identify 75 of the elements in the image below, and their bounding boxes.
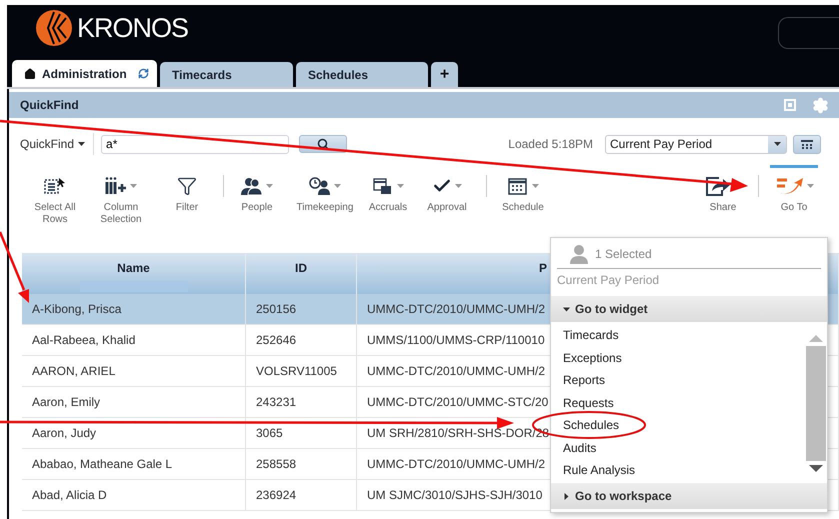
toolbar-button[interactable]: Accruals xyxy=(364,165,412,214)
table-cell: 258558 xyxy=(246,449,357,479)
annotation-arrow xyxy=(0,232,29,303)
settings-icon[interactable] xyxy=(812,96,829,114)
header-field[interactable] xyxy=(778,17,839,49)
search-field[interactable]: a* xyxy=(101,134,290,154)
person-icon xyxy=(569,244,589,264)
toolbar-button[interactable]: Timekeeping xyxy=(286,165,364,214)
tab[interactable]: Schedules xyxy=(296,62,428,87)
scrollbar-thumb[interactable] xyxy=(806,346,826,461)
add-tab-button[interactable]: + xyxy=(431,62,458,87)
table-cell: Ababao, Matheane Gale L xyxy=(22,449,246,479)
toolbar-button[interactable]: People xyxy=(228,165,286,214)
caret-icon xyxy=(78,142,86,146)
calendar-icon xyxy=(507,176,529,196)
grid-icon xyxy=(800,140,814,148)
toolbar-button[interactable]: Filter xyxy=(155,165,219,214)
toolbar-button[interactable]: Column Selection xyxy=(87,165,155,226)
calendar-briefcase-icon xyxy=(372,176,394,196)
menu-item[interactable]: Requests xyxy=(563,392,805,414)
table-cell: 236924 xyxy=(246,480,357,510)
table-cell: VOLSRV11005 xyxy=(246,356,357,386)
toolbar-button[interactable]: Go To xyxy=(763,165,825,214)
tab[interactable]: Administration xyxy=(12,60,157,87)
section-header[interactable]: Go to workspace xyxy=(551,483,827,509)
section-header[interactable]: Go to widget xyxy=(551,296,827,322)
caret-icon xyxy=(130,184,137,188)
search-icon xyxy=(317,138,330,150)
home-icon xyxy=(24,68,36,80)
section-title: Go to workspace xyxy=(575,489,672,503)
menu-item[interactable]: Rule Analysis xyxy=(563,459,805,482)
caret-icon xyxy=(532,184,539,188)
people-icon xyxy=(241,176,263,196)
section-title: Go to widget xyxy=(575,302,648,316)
table-cell: 250156 xyxy=(246,294,357,324)
caret-icon xyxy=(774,142,780,146)
caret-icon xyxy=(807,184,814,188)
toolbar-button[interactable]: Select All Rows xyxy=(23,165,87,226)
caret-right-icon xyxy=(563,492,570,500)
table-cell: Aaron, Emily xyxy=(22,387,246,417)
selected-count: 1 Selected xyxy=(595,247,652,261)
refresh-icon[interactable] xyxy=(138,68,149,79)
goto-arrow-icon xyxy=(774,176,804,196)
select-all-icon xyxy=(44,176,66,196)
caret-icon xyxy=(455,184,462,188)
search-mode-dropdown[interactable]: QuickFind xyxy=(20,133,94,155)
panel-title: QuickFind xyxy=(20,98,79,112)
caret-icon xyxy=(266,184,273,188)
scroll-up-icon[interactable] xyxy=(809,334,823,342)
caret-down-icon xyxy=(563,306,570,312)
tab[interactable]: Timecards xyxy=(160,62,293,87)
toolbar-button[interactable]: Approval xyxy=(412,165,482,214)
grid-button[interactable] xyxy=(793,134,821,154)
popup-period: Current Pay Period xyxy=(556,272,660,289)
maximize-icon[interactable] xyxy=(784,99,796,111)
period-dropdown[interactable]: Current Pay Period xyxy=(605,134,787,154)
table-cell: 252646 xyxy=(246,325,357,355)
caret-icon xyxy=(334,184,341,188)
table-cell: Abad, Alicia D xyxy=(22,480,246,510)
table-cell: 3065 xyxy=(246,418,357,448)
table-cell: AARON, ARIEL xyxy=(22,356,246,386)
table-cell: Aaron, Judy xyxy=(22,418,246,448)
logo-text: KRONOS xyxy=(77,12,188,44)
toolbar-button[interactable]: Schedule xyxy=(491,165,555,214)
logo-icon xyxy=(34,8,74,48)
caret-icon xyxy=(397,184,404,188)
clock-person-icon xyxy=(309,176,331,196)
table-cell: 243231 xyxy=(246,387,357,417)
loaded-time: Loaded 5:18PM xyxy=(508,137,593,151)
filter-icon xyxy=(177,176,197,196)
share-icon xyxy=(705,175,731,197)
scroll-down-icon[interactable] xyxy=(809,465,823,473)
table-cell: Aal-Rabeea, Khalid xyxy=(22,325,246,355)
menu-item[interactable]: Timecards xyxy=(563,324,805,346)
columns-icon xyxy=(105,176,127,196)
